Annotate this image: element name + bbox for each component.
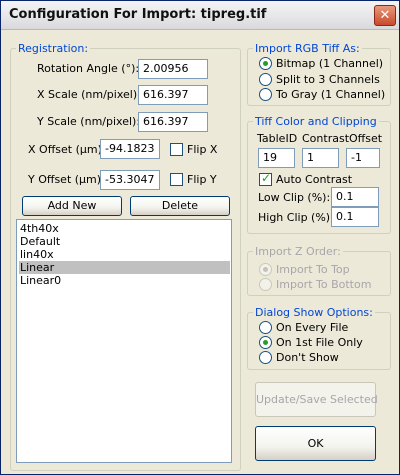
- on-every-file-label[interactable]: On Every File: [276, 321, 348, 334]
- close-icon: ✕: [379, 8, 391, 23]
- split-channels-radio[interactable]: [259, 73, 272, 86]
- offset-label: Offset: [349, 132, 383, 145]
- x-scale-label: X Scale (nm/pixel):: [37, 88, 141, 101]
- x-offset-label: X Offset (µm):: [28, 143, 106, 156]
- to-gray-radio[interactable]: [259, 88, 272, 101]
- x-offset-input[interactable]: -94.1823: [100, 139, 160, 159]
- list-item-selected[interactable]: Linear: [19, 261, 230, 274]
- registration-legend: Registration:: [18, 42, 89, 55]
- flip-y-checkbox[interactable]: [170, 173, 183, 186]
- rotation-angle-label: Rotation Angle (°):: [37, 62, 140, 75]
- low-clip-label: Low Clip (%):: [258, 191, 331, 204]
- flip-x-label[interactable]: Flip X: [187, 143, 217, 156]
- y-offset-label: Y Offset (µm):: [28, 173, 105, 186]
- add-new-button[interactable]: Add New: [22, 196, 122, 216]
- high-clip-label: High Clip (%):: [258, 211, 334, 224]
- delete-button[interactable]: Delete: [130, 196, 230, 216]
- update-save-button[interactable]: Update/Save Selected: [255, 382, 378, 417]
- tiff-color-legend: Tiff Color and Clipping: [255, 115, 377, 128]
- contrast-input[interactable]: 1: [302, 148, 339, 168]
- on-first-file-radio[interactable]: [259, 336, 272, 349]
- bitmap-radio[interactable]: [259, 57, 272, 70]
- on-every-file-radio[interactable]: [259, 321, 272, 334]
- config-dialog: Configuration For Import: tipreg.tif ✕ R…: [0, 0, 400, 475]
- on-first-file-label[interactable]: On 1st File Only: [276, 336, 363, 349]
- contrast-label: Contrast: [302, 132, 350, 145]
- offset-input[interactable]: -1: [346, 148, 380, 168]
- list-item[interactable]: 4th40x: [19, 222, 230, 235]
- auto-contrast-label[interactable]: Auto Contrast: [276, 173, 352, 186]
- tableid-input[interactable]: 19: [258, 148, 295, 168]
- import-to-top-label: Import To Top: [276, 263, 350, 276]
- title-bar[interactable]: Configuration For Import: tipreg.tif ✕: [1, 1, 399, 30]
- bitmap-label[interactable]: Bitmap (1 Channel): [276, 57, 383, 70]
- list-item[interactable]: Default: [19, 235, 230, 248]
- flip-x-checkbox[interactable]: [170, 143, 183, 156]
- rotation-angle-input[interactable]: 2.00956: [138, 59, 208, 79]
- import-to-bottom-label: Import To Bottom: [276, 278, 372, 291]
- split-channels-label[interactable]: Split to 3 Channels: [276, 73, 380, 86]
- to-gray-label[interactable]: To Gray (1 Channel): [276, 88, 385, 101]
- flip-y-label[interactable]: Flip Y: [187, 173, 217, 186]
- auto-contrast-checkbox[interactable]: [259, 171, 272, 186]
- ok-button[interactable]: OK: [255, 426, 376, 461]
- dialog-show-legend: Dialog Show Options:: [255, 306, 373, 319]
- list-item[interactable]: Linear0: [19, 274, 230, 287]
- dont-show-label[interactable]: Don't Show: [276, 351, 339, 364]
- import-to-bottom-radio: [259, 278, 272, 291]
- import-to-top-radio: [259, 263, 272, 276]
- tableid-label: TableID: [257, 132, 298, 145]
- high-clip-input[interactable]: 0.1: [331, 207, 379, 227]
- low-clip-input[interactable]: 0.1: [331, 187, 379, 207]
- y-offset-input[interactable]: -53.3047: [100, 170, 160, 190]
- close-button[interactable]: ✕: [374, 5, 396, 26]
- registration-list[interactable]: 4th40x Default lin40x Linear Linear0: [16, 219, 232, 463]
- y-scale-label: Y Scale (nm/pixel):: [37, 115, 141, 128]
- import-rgb-legend: Import RGB Tiff As:: [255, 42, 360, 55]
- list-item[interactable]: lin40x: [19, 248, 230, 261]
- window-title: Configuration For Import: tipreg.tif: [9, 7, 267, 22]
- y-scale-input[interactable]: 616.397: [138, 112, 208, 132]
- import-z-legend: Import Z Order:: [255, 245, 341, 258]
- dont-show-radio[interactable]: [259, 351, 272, 364]
- x-scale-input[interactable]: 616.397: [138, 85, 208, 105]
